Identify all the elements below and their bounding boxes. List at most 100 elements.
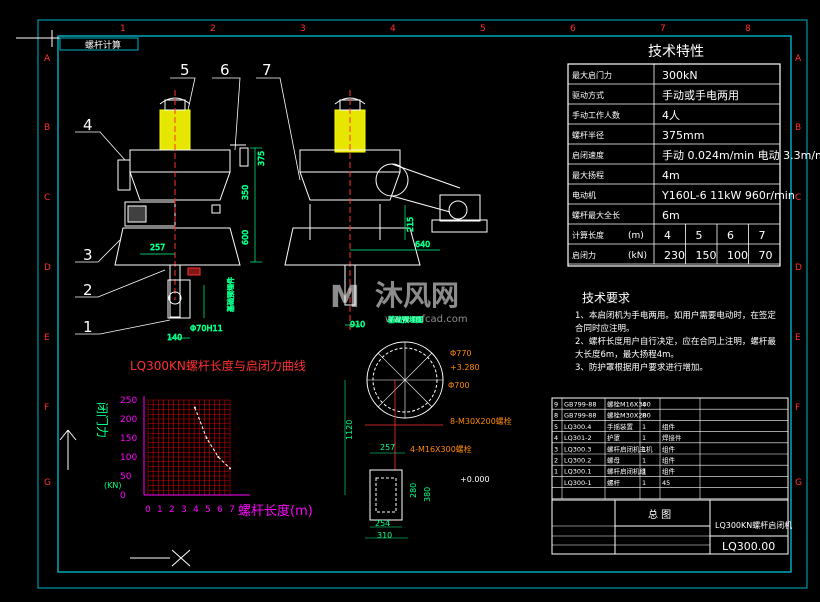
watermark-url: www.mfcad.com xyxy=(385,314,468,325)
spec-label: 启闭力 xyxy=(572,250,596,260)
bom-cell: 组件 xyxy=(662,467,676,476)
bom-cell: 4 xyxy=(642,401,646,409)
balloon-6: 6 xyxy=(220,61,230,79)
spec-label: 驱动方式 xyxy=(572,90,604,100)
bom-cell: LQ301-2 xyxy=(564,434,592,442)
spec-label: 手动工作人数 xyxy=(572,110,620,120)
front-dims: 375 350 600 257 140 Φ70H11 基础预埋件 xyxy=(140,147,266,342)
chart-y-tick: 200 xyxy=(120,415,137,425)
chart-x-tick: 1 xyxy=(157,505,163,515)
label-bolt-m16: 4-M16X300螺栓 xyxy=(410,444,472,454)
bom-cell: 5 xyxy=(554,423,558,431)
watermark-brand: 沐风网 xyxy=(375,279,459,312)
dim-215: 215 xyxy=(406,217,415,232)
chart-ylabel: 闭门力 xyxy=(95,402,110,438)
svg-text:E: E xyxy=(795,333,801,343)
dim-280: 280 xyxy=(409,483,418,498)
bom-cell: 螺母 xyxy=(607,456,621,465)
balloon-2: 2 xyxy=(83,281,93,299)
svg-text:A: A xyxy=(44,54,51,64)
chart-y-tick: 150 xyxy=(120,434,137,444)
corner-label: 螺杆计算 xyxy=(85,39,121,51)
bom-cell: 1 xyxy=(642,468,646,476)
spec-value: 手动或手电两用 xyxy=(662,88,739,102)
bom-cell: LQ300.4 xyxy=(564,423,591,431)
zone-1: 1 xyxy=(120,24,126,34)
watermark: M 沐风网 www.mfcad.com xyxy=(330,279,468,325)
balloon-7: 7 xyxy=(262,61,272,79)
spec-label: 螺杆半径 xyxy=(572,130,604,140)
bom-cell: 焊接件 xyxy=(662,433,682,442)
spec-value: 手动 0.024m/min 电动 3.3m/min xyxy=(662,148,820,162)
dim-257b: 257 xyxy=(380,443,395,452)
chart-x-tick: 4 xyxy=(193,505,199,515)
chart-y-tick: 0 xyxy=(120,491,126,501)
spec-label: 电动机 xyxy=(572,190,596,200)
dim-1120: 1120 xyxy=(345,420,354,440)
svg-text:F: F xyxy=(44,403,49,413)
req-line-4: 大长度6m，最大扬程4m。 xyxy=(575,349,679,360)
spec-table: 技术特性 最大启门力 300kN 驱动方式 手动或手电两用手动工作人数 4人螺杆半径 37… xyxy=(567,44,820,267)
bom-cell: 1 xyxy=(642,457,646,465)
bom-cell: 1 xyxy=(642,423,646,431)
spec-unit: (m) xyxy=(628,231,644,241)
label-elev-0: +0.000 xyxy=(460,475,490,484)
dim-254: 254 xyxy=(375,519,390,528)
spec-label: 最大启门力 xyxy=(572,70,612,80)
zone-5: 5 xyxy=(480,24,486,34)
svg-text:E: E xyxy=(44,333,50,343)
spec-cell: 4 xyxy=(664,229,671,242)
cad-drawing-sheet: 1 2 3 4 5 6 7 8 A B C D E F G A B C D E … xyxy=(16,19,820,589)
bom-cell: 组件 xyxy=(662,444,676,453)
dim-640: 640 xyxy=(415,240,430,249)
chart-y-tick: 50 xyxy=(120,472,132,482)
bom-cell: 手摇装置 xyxy=(607,422,634,431)
zone-4: 4 xyxy=(390,24,396,34)
dim-side-note: 基础预埋件 xyxy=(226,277,235,312)
zone-8: 8 xyxy=(745,24,751,34)
dim-375: 375 xyxy=(257,151,266,166)
spec-cell: 230 xyxy=(664,249,685,262)
spec-cell: 5 xyxy=(696,229,703,242)
svg-text:C: C xyxy=(44,193,50,203)
spec-label: 最大扬程 xyxy=(572,170,604,180)
svg-text:B: B xyxy=(44,123,50,133)
svg-text:D: D xyxy=(44,263,51,273)
force-chart: LQ300KN螺杆长度与启闭力曲线 闭门力 (KN) 螺杆长度(m) 01234… xyxy=(95,358,313,519)
bom-cell: LQ300-1 xyxy=(564,479,592,487)
bom-cell: 1 xyxy=(642,445,646,453)
chart-xlabel: 螺杆长度(m) xyxy=(238,503,313,519)
dim-140: 140 xyxy=(167,333,182,342)
bom-cell: 1 xyxy=(642,479,646,487)
spec-unit: (kN) xyxy=(628,251,647,261)
spec-cell: 100 xyxy=(727,249,748,262)
spec-cell: 150 xyxy=(696,249,717,262)
requirements: 技术要求 1、本启闭机为手电两用。如用户需要电动时，在签定 合同时应注明。 2、… xyxy=(575,291,776,373)
bom-cell: 组件 xyxy=(662,456,676,465)
svg-text:G: G xyxy=(44,478,51,488)
zone-7: 7 xyxy=(660,24,666,34)
bom-cell: 1 xyxy=(554,468,558,476)
dim-600: 600 xyxy=(241,230,250,245)
dim-310: 310 xyxy=(377,531,392,540)
watermark-logo: M xyxy=(330,280,360,315)
req-title: 技术要求 xyxy=(582,291,630,305)
balloon-4: 4 xyxy=(83,116,93,134)
bom-cell: 护罩 xyxy=(607,433,621,442)
svg-text:A: A xyxy=(795,54,802,64)
spec-value: 4m xyxy=(662,169,680,182)
bom-cell: LQ300.2 xyxy=(564,457,591,465)
zone-6: 6 xyxy=(570,24,576,34)
spec-label: 螺杆最大全长 xyxy=(572,210,620,220)
balloon-5: 5 xyxy=(180,61,190,79)
bom-table: 9 GB799-88 螺栓M16X30048 GB799-88 螺栓M30X20085 L… xyxy=(551,397,792,555)
spec-value: 300kN xyxy=(662,69,698,82)
bom-cell: 螺杆 xyxy=(607,478,621,487)
product-name: LQ300KN螺杆启闭机 xyxy=(715,520,792,530)
chart-x-tick: 0 xyxy=(145,505,151,515)
spec-value: Y160L-6 11kW 960r/min xyxy=(661,189,795,202)
bom-cell: 1 xyxy=(642,434,646,442)
bom-cell: GB799-88 xyxy=(564,412,597,420)
chart-x-tick: 3 xyxy=(181,505,187,515)
dim-350: 350 xyxy=(241,185,250,200)
